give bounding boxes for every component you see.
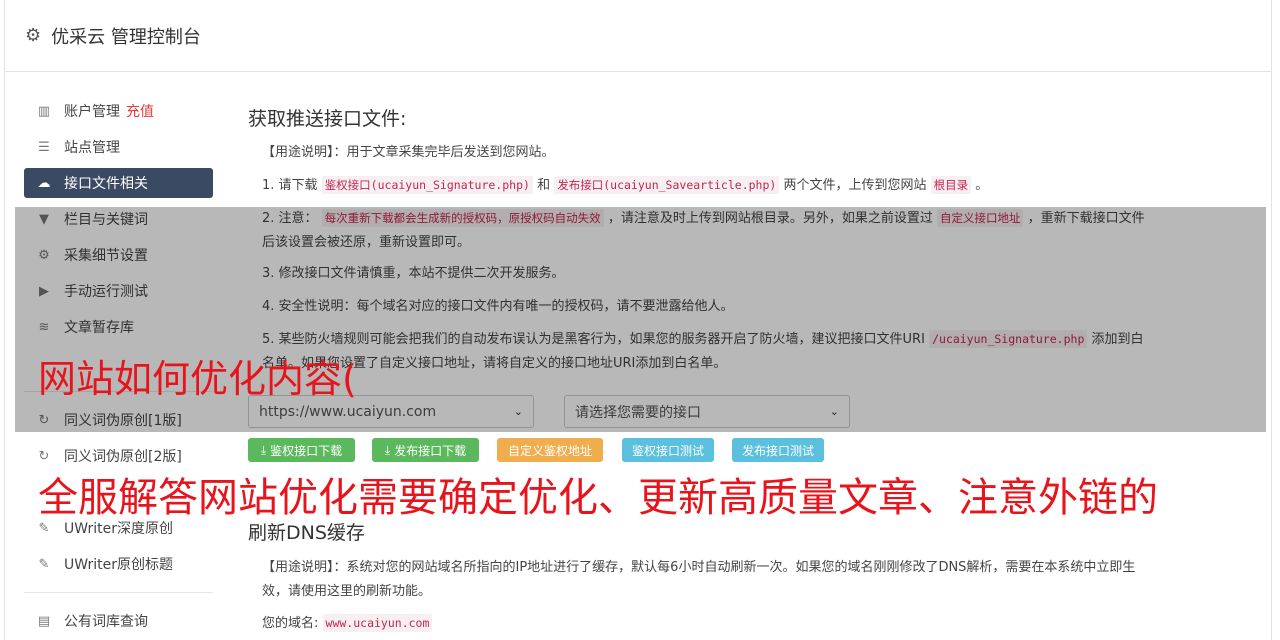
sidebar-item-uwriter-title[interactable]: ✎ UWriter原创标题 (24, 549, 213, 579)
sidebar-item-account[interactable]: ▥ 账户管理 充值 (24, 96, 213, 126)
auth-interface-link[interactable]: 鉴权接口(ucaiyun_Signature.php) (321, 176, 533, 194)
sidebar-item-label: 同义词伪原创[2版] (64, 449, 182, 465)
dns-domain-row: 您的域名: www.ucaiyun.com (262, 611, 1152, 636)
sidebar-item-label: UWriter原创标题 (64, 557, 173, 573)
download-auth-button[interactable]: ⤓ 鉴权接口下载 (248, 438, 355, 462)
gear-icon: ⚙ (25, 25, 42, 46)
cloud-download-icon: ☁ (37, 175, 51, 191)
book-icon: ▤ (37, 613, 51, 629)
right-border (1271, 0, 1272, 640)
dns-usage: 【用途说明】：系统对您的网站域名所指向的IP地址进行了缓存，默认每6小时自动刷新… (262, 560, 1136, 599)
download-icon: ⤓ (260, 442, 267, 457)
page-title: 优采云 管理控制台 (51, 26, 201, 48)
server-icon: ☰ (38, 139, 50, 155)
sidebar-item-public-dictionary[interactable]: ▤ 公有词库查询 (24, 606, 213, 636)
custom-auth-button[interactable]: 自定义鉴权地址 (497, 438, 603, 462)
test-publish-button[interactable]: 发布接口测试 (732, 438, 824, 462)
sidebar-item-label: 公有词库查询 (64, 614, 148, 630)
app-header: ⚙ 优采云 管理控制台 (4, 0, 1272, 72)
interface-usage: 【用途说明】：用于文章采集完毕后发送到您网站。 (262, 145, 555, 160)
domain-value: www.ucaiyun.com (322, 614, 433, 632)
sidebar-item-label: 接口文件相关 (64, 176, 148, 192)
interface-step-1: 1. 请下载 鉴权接口(ucaiyun_Signature.php) 和 发布接… (262, 176, 989, 194)
refresh-icon: ↻ (38, 448, 50, 464)
publish-interface-link[interactable]: 发布接口(ucaiyun_Savearticle.php) (554, 176, 780, 194)
left-border (4, 72, 5, 640)
edit-icon: ✎ (38, 556, 50, 572)
root-dir-label: 根目录 (930, 176, 972, 194)
sidebar-item-label: 账户管理 (64, 104, 120, 120)
sidebar-item-sites[interactable]: ☰ 站点管理 (24, 132, 213, 162)
download-publish-button[interactable]: ⤓ 发布接口下载 (372, 438, 479, 462)
download-icon: ⤓ (384, 442, 391, 457)
recharge-link[interactable]: 充值 (126, 101, 154, 121)
interface-section-title: 获取推送接口文件: (248, 108, 407, 130)
bar-chart-icon: ▥ (37, 103, 51, 119)
sidebar-divider (24, 592, 213, 593)
overlay-headline: 网站如何优化内容( (38, 357, 357, 401)
test-auth-button[interactable]: 鉴权接口测试 (622, 438, 714, 462)
sidebar-item-label: 站点管理 (64, 140, 120, 156)
sidebar-item-interface-files[interactable]: ☁ 接口文件相关 (24, 168, 213, 198)
overlay-subtitle: 全服解答网站优化需要确定优化、更新高质量文章、注意外链的 (38, 475, 1158, 521)
